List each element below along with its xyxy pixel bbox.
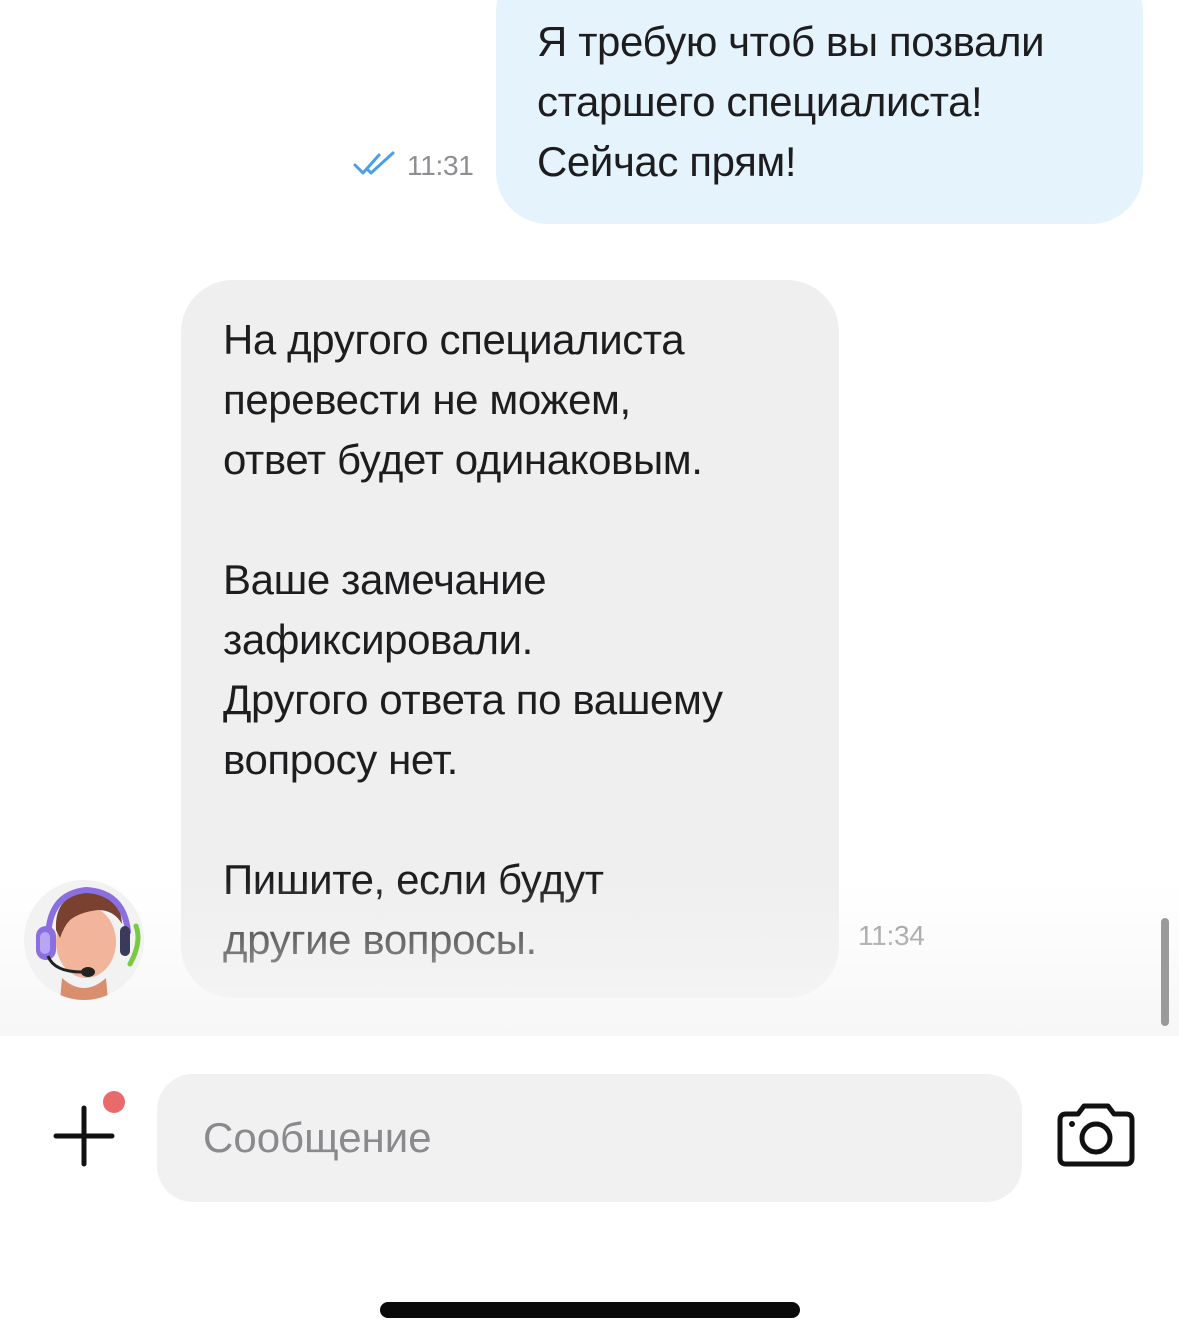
camera-button[interactable] [1054,1102,1138,1172]
outgoing-message-time: 11:31 [407,150,474,181]
incoming-message-text: На другого специалиста перевести не може… [223,316,723,963]
home-indicator[interactable] [380,1302,800,1318]
support-agent-avatar[interactable] [24,880,144,1000]
outgoing-message-bubble[interactable]: Я требую чтоб вы позвали старшего специа… [496,0,1143,224]
double-check-icon [353,151,399,182]
message-input[interactable] [157,1074,1022,1202]
incoming-message-bubble[interactable]: На другого специалиста перевести не може… [181,280,839,998]
chat-messages[interactable]: Я требую чтоб вы позвали старшего специа… [0,0,1179,1036]
camera-icon [1057,1103,1135,1167]
incoming-message-time: 11:34 [858,920,925,951]
chat-scrollbar[interactable] [1161,918,1169,1026]
outgoing-message-meta: 11:31 [353,146,474,186]
outgoing-message-text: Я требую чтоб вы позвали старшего специа… [537,18,1045,185]
notification-dot [103,1091,125,1113]
